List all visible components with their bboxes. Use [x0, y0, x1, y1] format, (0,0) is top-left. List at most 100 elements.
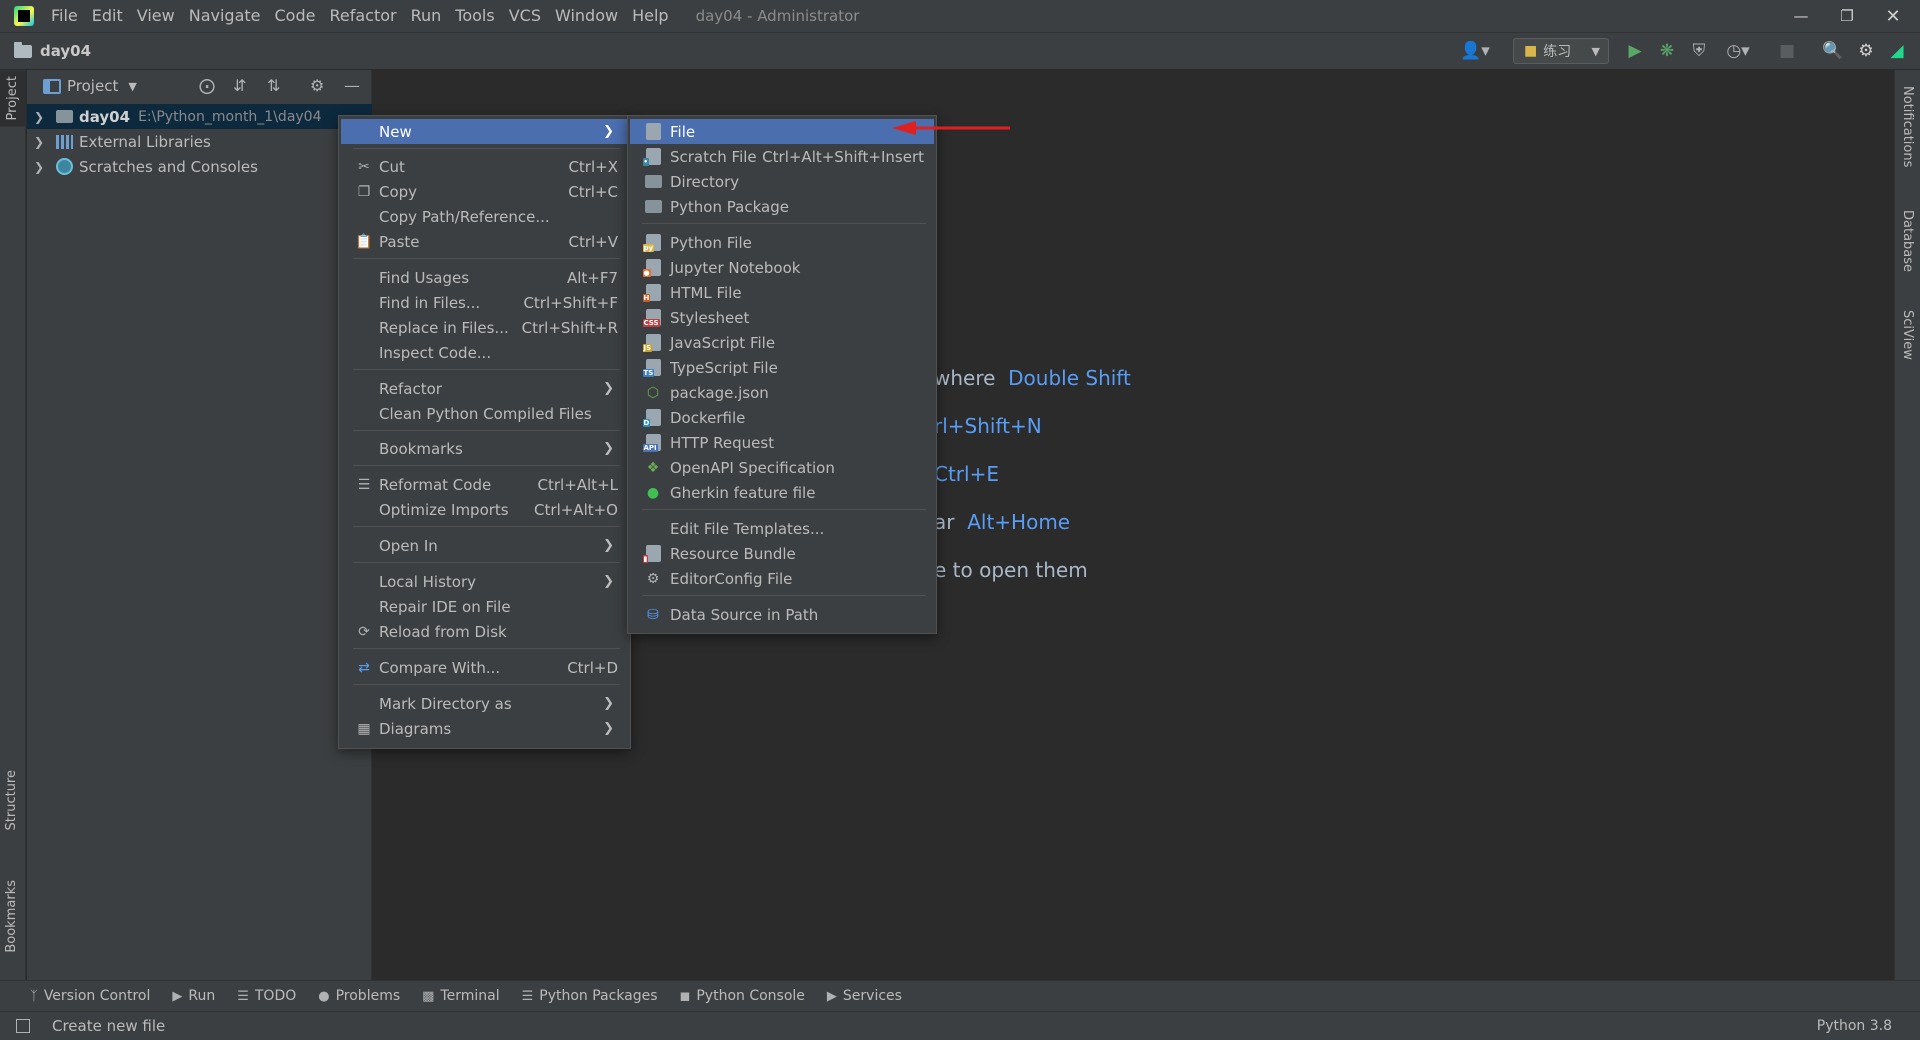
submenu-item-directory[interactable]: Directory — [630, 169, 934, 194]
expand-all-icon[interactable]: ⇵ — [233, 76, 246, 95]
terminal-icon: ▩ — [422, 988, 435, 1004]
menu-item-reformat-code[interactable]: ☰ Reformat Code Ctrl+Alt+L — [341, 472, 628, 497]
menu-item-compare-with[interactable]: ⇄ Compare With... Ctrl+D — [341, 655, 628, 680]
chevron-down-icon[interactable]: ▼ — [128, 80, 136, 93]
menu-item-local-history[interactable]: Local History ❯ — [341, 569, 628, 594]
submenu-item-package-json[interactable]: ⬡ package.json — [630, 380, 934, 405]
tab-run[interactable]: ▶ Run — [172, 988, 215, 1004]
tab-python-packages[interactable]: ☰ Python Packages — [522, 988, 658, 1004]
settings-gear-icon[interactable]: ⚙ — [1855, 40, 1877, 62]
tab-services[interactable]: ▶ Services — [827, 988, 902, 1004]
minimize-icon[interactable]: — — [1778, 0, 1824, 32]
submenu-item-data-source[interactable]: ⛁ Data Source in Path — [630, 602, 934, 627]
stop-icon[interactable]: ■ — [1776, 40, 1798, 62]
submenu-item-typescript-file[interactable]: TS TypeScript File — [630, 355, 934, 380]
tree-item-scratches[interactable]: ❯ Scratches and Consoles — [27, 154, 372, 179]
run-configuration-selector[interactable]: ■ 练习 ▼ — [1513, 38, 1609, 64]
toggle-tool-windows-icon[interactable] — [16, 1019, 30, 1033]
status-message: Create new file — [52, 1017, 166, 1035]
chevron-right-icon[interactable]: ❯ — [34, 110, 46, 124]
menu-item-cut[interactable]: ✂ Cut Ctrl+X — [341, 154, 628, 179]
debug-icon[interactable]: ❋ — [1656, 40, 1678, 62]
profile-icon[interactable]: ◷▾ — [1720, 40, 1756, 62]
chevron-right-icon[interactable]: ❯ — [34, 135, 46, 149]
search-icon[interactable]: 🔍 — [1822, 40, 1844, 62]
submenu-item-stylesheet[interactable]: CSS Stylesheet — [630, 305, 934, 330]
breadcrumb-project[interactable]: day04 — [40, 42, 91, 60]
submenu-item-editorconfig[interactable]: ⚙ EditorConfig File — [630, 566, 934, 591]
menu-item-replace-in-files[interactable]: Replace in Files... Ctrl+Shift+R — [341, 315, 628, 340]
menu-item-reload-from-disk[interactable]: ⟳ Reload from Disk — [341, 619, 628, 644]
jetbrains-toolbox-icon[interactable]: ◢ — [1886, 40, 1908, 62]
close-icon[interactable]: ✕ — [1870, 0, 1916, 32]
menu-item-diagrams[interactable]: ▦ Diagrams ❯ — [341, 716, 628, 741]
submenu-item-python-file[interactable]: py Python File — [630, 230, 934, 255]
submenu-item-html-file[interactable]: H HTML File — [630, 280, 934, 305]
submenu-item-http-request[interactable]: API HTTP Request — [630, 430, 934, 455]
menu-item-refactor[interactable]: Refactor ❯ — [341, 376, 628, 401]
menu-item-repair-ide[interactable]: Repair IDE on File — [341, 594, 628, 619]
user-account-icon[interactable]: 👤▾ — [1458, 40, 1492, 62]
menu-item-optimize-imports[interactable]: Optimize Imports Ctrl+Alt+O — [341, 497, 628, 522]
menu-code[interactable]: Code — [268, 0, 323, 32]
project-tool-window-button[interactable]: Project — [0, 70, 26, 127]
project-panel-title[interactable]: Project — [67, 77, 118, 95]
menu-run[interactable]: Run — [404, 0, 449, 32]
submenu-item-file[interactable]: File — [630, 119, 934, 144]
submenu-item-openapi[interactable]: ❖ OpenAPI Specification — [630, 455, 934, 480]
python-interpreter-indicator[interactable]: Python 3.8 — [1817, 1018, 1892, 1034]
tab-terminal[interactable]: ▩ Terminal — [422, 988, 499, 1004]
menu-window[interactable]: Window — [548, 0, 625, 32]
tree-item-project-root[interactable]: ❯ day04 E:\Python_month_1\day04 — [27, 104, 372, 129]
collapse-all-icon[interactable]: ⇅ — [267, 76, 280, 95]
notifications-tool-window-button[interactable]: Notifications — [1900, 86, 1915, 167]
tab-python-console[interactable]: ◼ Python Console — [680, 988, 805, 1004]
panel-options-gear-icon[interactable]: ⚙ — [310, 76, 324, 95]
coverage-icon[interactable]: ⛨ — [1688, 40, 1710, 62]
menu-item-bookmarks[interactable]: Bookmarks ❯ — [341, 436, 628, 461]
menu-vcs[interactable]: VCS — [502, 0, 548, 32]
menu-item-new[interactable]: New ❯ — [341, 119, 628, 144]
tab-problems[interactable]: ● Problems — [318, 988, 400, 1004]
bookmarks-tool-window-button[interactable]: Bookmarks — [4, 880, 19, 953]
structure-tool-window-button[interactable]: Structure — [4, 770, 19, 830]
menu-item-inspect-code[interactable]: Inspect Code... — [341, 340, 628, 365]
tab-version-control[interactable]: ᛉ Version Control — [30, 988, 150, 1004]
locate-file-icon[interactable]: ⨀ — [199, 76, 215, 95]
chevron-right-icon[interactable]: ❯ — [34, 160, 46, 174]
menu-item-copy-path[interactable]: Copy Path/Reference... — [341, 204, 628, 229]
submenu-item-python-package[interactable]: Python Package — [630, 194, 934, 219]
submenu-item-dockerfile[interactable]: D Dockerfile — [630, 405, 934, 430]
menu-refactor[interactable]: Refactor — [322, 0, 403, 32]
menu-item-paste[interactable]: 📋 Paste Ctrl+V — [341, 229, 628, 254]
menu-file[interactable]: File — [44, 0, 85, 32]
submenu-item-resource-bundle[interactable]: ▮ Resource Bundle — [630, 541, 934, 566]
right-tool-stripe: Notifications Database SciView — [1894, 70, 1920, 980]
menu-item-find-in-files[interactable]: Find in Files... Ctrl+Shift+F — [341, 290, 628, 315]
submenu-item-gherkin[interactable]: ● Gherkin feature file — [630, 480, 934, 505]
tab-todo[interactable]: ☰ TODO — [237, 988, 296, 1004]
database-icon: ⛁ — [647, 606, 659, 623]
restore-icon[interactable]: ❐ — [1824, 0, 1870, 32]
tree-item-external-libraries[interactable]: ❯ External Libraries — [27, 129, 372, 154]
database-tool-window-button[interactable]: Database — [1900, 210, 1915, 272]
run-icon[interactable]: ▶ — [1624, 40, 1646, 62]
sciview-tool-window-button[interactable]: SciView — [1900, 310, 1915, 360]
hide-panel-icon[interactable]: — — [344, 76, 360, 95]
menu-help[interactable]: Help — [625, 0, 675, 32]
submenu-item-javascript-file[interactable]: JS JavaScript File — [630, 330, 934, 355]
chevron-right-icon: ❯ — [603, 721, 614, 736]
submenu-item-jupyter-notebook[interactable]: ● Jupyter Notebook — [630, 255, 934, 280]
submenu-item-edit-templates[interactable]: Edit File Templates... — [630, 516, 934, 541]
submenu-item-scratch-file[interactable]: • Scratch File Ctrl+Alt+Shift+Insert — [630, 144, 934, 169]
menu-view[interactable]: View — [130, 0, 182, 32]
menu-tools[interactable]: Tools — [448, 0, 501, 32]
menu-item-open-in[interactable]: Open In ❯ — [341, 533, 628, 558]
reload-icon: ⟳ — [358, 623, 370, 640]
menu-edit[interactable]: Edit — [85, 0, 130, 32]
menu-item-copy[interactable]: ❐ Copy Ctrl+C — [341, 179, 628, 204]
menu-item-clean-compiled[interactable]: Clean Python Compiled Files — [341, 401, 628, 426]
menu-item-mark-directory[interactable]: Mark Directory as ❯ — [341, 691, 628, 716]
menu-item-find-usages[interactable]: Find Usages Alt+F7 — [341, 265, 628, 290]
menu-navigate[interactable]: Navigate — [182, 0, 268, 32]
